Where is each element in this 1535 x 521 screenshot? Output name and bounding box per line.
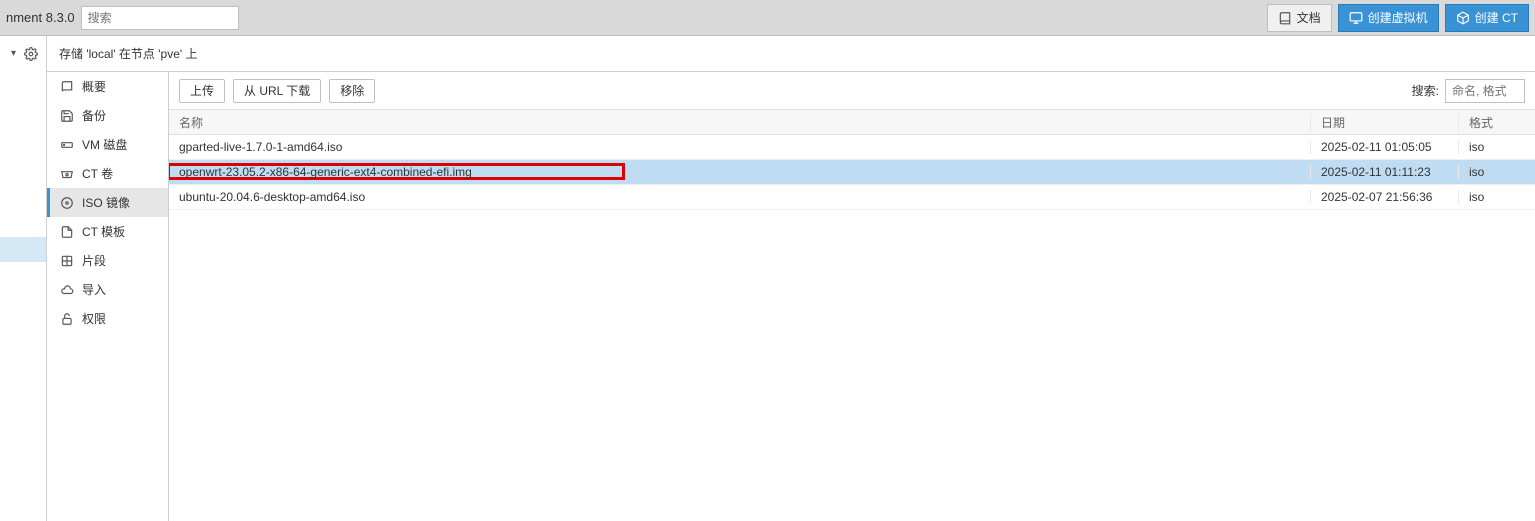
- unlock-icon: [60, 312, 74, 326]
- col-header-name[interactable]: 名称: [169, 114, 1311, 131]
- docs-button[interactable]: 文档: [1267, 4, 1332, 32]
- gear-icon[interactable]: [24, 47, 38, 61]
- sidebar-item-label: 片段: [82, 252, 106, 269]
- sidebar-item-label: CT 模板: [82, 223, 125, 240]
- col-header-date[interactable]: 日期: [1311, 114, 1459, 131]
- cell-name: gparted-live-1.7.0-1-amd64.iso: [169, 140, 1311, 154]
- tree-column: [0, 72, 47, 521]
- content-toolbar: 上传 从 URL 下载 移除 搜索:: [169, 72, 1535, 110]
- puzzle-icon: [60, 254, 74, 268]
- sidebar-item-label: 权限: [82, 310, 106, 327]
- sidebar-item-label: ISO 镜像: [82, 194, 130, 211]
- search-label: 搜索:: [1412, 82, 1439, 99]
- sidebar-item-disc[interactable]: CT 卷: [47, 159, 168, 188]
- monitor-icon: [1349, 11, 1363, 25]
- breadcrumb: 存储 'local' 在节点 'pve' 上: [47, 45, 198, 62]
- table-header: 名称 日期 格式: [169, 110, 1535, 135]
- cell-format: iso: [1459, 190, 1535, 204]
- global-search-input[interactable]: [81, 6, 239, 30]
- sidebar-item-hdd[interactable]: VM 磁盘: [47, 130, 168, 159]
- sidebar-item-label: VM 磁盘: [82, 136, 127, 153]
- sidebar-item-label: 概要: [82, 78, 106, 95]
- download-from-url-button[interactable]: 从 URL 下载: [233, 79, 321, 103]
- sidebar-item-label: CT 卷: [82, 165, 113, 182]
- cube-icon: [1456, 11, 1470, 25]
- table-row[interactable]: gparted-live-1.7.0-1-amd64.iso2025-02-11…: [169, 135, 1535, 160]
- cd-icon: [60, 196, 74, 210]
- sidebar-item-save[interactable]: 备份: [47, 101, 168, 130]
- table-row[interactable]: ubuntu-20.04.6-desktop-amd64.iso2025-02-…: [169, 185, 1535, 210]
- create-vm-button[interactable]: 创建虚拟机: [1338, 4, 1439, 32]
- sidebar-item-file[interactable]: CT 模板: [47, 217, 168, 246]
- sidebar-item-puzzle[interactable]: 片段: [47, 246, 168, 275]
- sidebar-item-label: 导入: [82, 281, 106, 298]
- file-icon: [60, 225, 74, 239]
- content-search-input[interactable]: [1445, 79, 1525, 103]
- topbar: nment 8.3.0 文档 创建虚拟机 创建 CT: [0, 0, 1535, 36]
- cell-name: openwrt-23.05.2-x86-64-generic-ext4-comb…: [169, 165, 1311, 179]
- book-icon: [60, 80, 74, 94]
- save-icon: [60, 109, 74, 123]
- cell-date: 2025-02-11 01:05:05: [1311, 140, 1459, 154]
- hdd-icon: [60, 138, 74, 152]
- sidebar-item-label: 备份: [82, 107, 106, 124]
- cell-date: 2025-02-07 21:56:36: [1311, 190, 1459, 204]
- sidebar-item-cloud[interactable]: 导入: [47, 275, 168, 304]
- table-row[interactable]: openwrt-23.05.2-x86-64-generic-ext4-comb…: [169, 160, 1535, 185]
- cell-date: 2025-02-11 01:11:23: [1311, 165, 1459, 179]
- create-ct-button[interactable]: 创建 CT: [1445, 4, 1529, 32]
- col-header-format[interactable]: 格式: [1459, 114, 1535, 131]
- cloud-icon: [60, 283, 74, 297]
- breadcrumb-row: ▾ 存储 'local' 在节点 'pve' 上: [0, 36, 1535, 72]
- upload-button[interactable]: 上传: [179, 79, 225, 103]
- iso-table: 名称 日期 格式 gparted-live-1.7.0-1-amd64.iso2…: [169, 110, 1535, 521]
- remove-button[interactable]: 移除: [329, 79, 375, 103]
- cell-name: ubuntu-20.04.6-desktop-amd64.iso: [169, 190, 1311, 204]
- cell-format: iso: [1459, 165, 1535, 179]
- sidebar: 概要备份 VM 磁盘 CT 卷 ISO 镜像 CT 模板片段导入权限: [47, 72, 169, 521]
- sidebar-item-cd[interactable]: ISO 镜像: [47, 188, 168, 217]
- book-icon: [1278, 11, 1292, 25]
- sidebar-item-book[interactable]: 概要: [47, 72, 168, 101]
- chevron-down-icon[interactable]: ▾: [11, 48, 16, 59]
- cell-format: iso: [1459, 140, 1535, 154]
- disc-icon: [60, 167, 74, 181]
- tree-selected-indicator: [0, 237, 46, 262]
- sidebar-item-unlock[interactable]: 权限: [47, 304, 168, 333]
- version-text: nment 8.3.0: [6, 10, 75, 25]
